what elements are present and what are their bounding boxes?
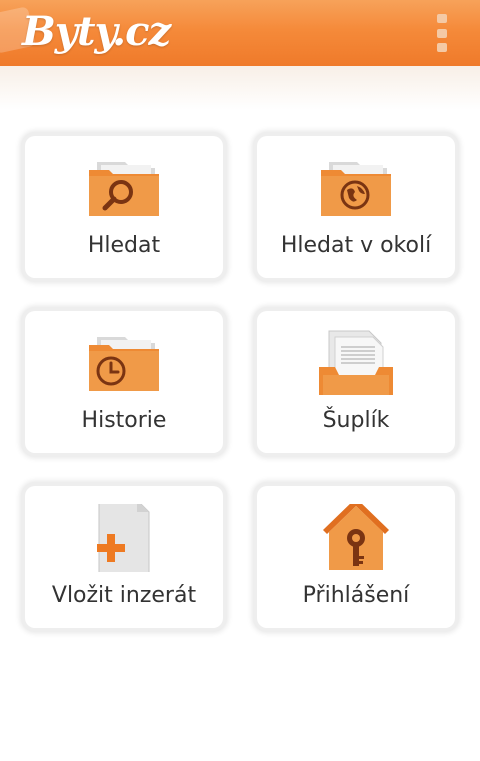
tile-prihlaseni[interactable]: Přihlášení	[257, 486, 455, 628]
search-folder-icon	[89, 162, 159, 216]
clock-folder-icon	[89, 337, 159, 391]
tile-hledat[interactable]: Hledat	[25, 136, 223, 278]
header-shadow	[0, 66, 480, 110]
tile-label: Přihlášení	[302, 583, 410, 608]
tile-label: Šuplík	[322, 408, 390, 433]
drawer-documents-icon	[319, 330, 393, 395]
add-document-icon	[97, 504, 150, 572]
tile-label: Vložit inzerát	[51, 583, 197, 608]
tile-vlozit-inzerat[interactable]: Vložit inzerát	[25, 486, 223, 628]
globe-folder-icon	[321, 162, 391, 216]
app-logo: Byty.cz	[22, 8, 171, 55]
house-key-icon	[323, 504, 389, 570]
overflow-menu-icon[interactable]	[434, 14, 450, 52]
tile-hledat-v-okoli[interactable]: Hledat v okolí	[257, 136, 455, 278]
tile-label: Hledat	[87, 233, 161, 258]
app-header: Byty.cz	[0, 0, 480, 66]
tile-suplik[interactable]: Šuplík	[257, 311, 455, 453]
tile-label: Hledat v okolí	[280, 233, 432, 258]
tile-label: Historie	[81, 408, 167, 433]
tile-historie[interactable]: Historie	[25, 311, 223, 453]
